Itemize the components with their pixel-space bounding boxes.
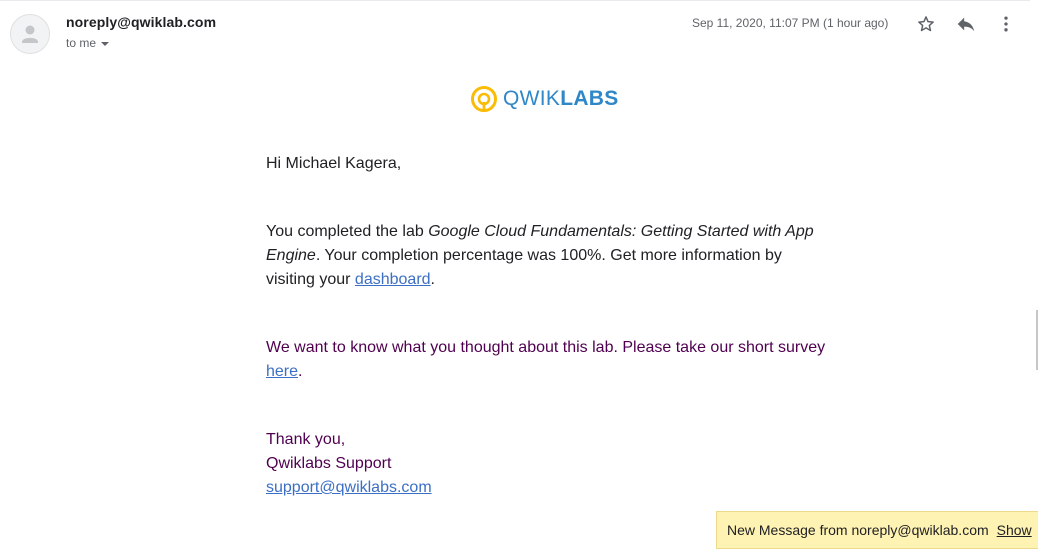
qwiklabs-logo-icon [471,86,497,112]
sender-avatar-icon[interactable] [10,14,50,54]
email-signature: Thank you, Qwiklabs Support support@qwik… [266,428,826,500]
email-greeting: Hi Michael Kagera, [266,155,402,172]
sender-name[interactable]: noreply@qwiklab.com [66,14,216,30]
closing-line: Thank you, [266,431,346,448]
dashboard-link[interactable]: dashboard [355,271,431,288]
survey-link[interactable]: here [266,363,298,380]
qwiklabs-logo: QWIKLABS [470,84,619,114]
message-date: Sep 11, 2020, 11:07 PM (1 hour ago) [692,16,889,30]
support-email-link[interactable]: support@qwiklabs.com [266,479,432,496]
recipient-label: to me [66,36,97,50]
header-divider [0,0,1030,1]
more-vert-icon[interactable] [994,12,1018,36]
recipient-details-toggle[interactable]: to me [66,36,110,50]
survey-paragraph: We want to know what you thought about t… [266,339,826,380]
chevron-down-icon [101,41,110,46]
signature-name: Qwiklabs Support [266,455,392,472]
completion-paragraph: You completed the lab Google Cloud Funda… [266,223,814,288]
star-icon[interactable] [914,12,938,36]
notification-text: New Message from noreply@qwiklab.com [727,522,989,538]
show-button[interactable]: Show [997,522,1032,538]
logo-wordmark: QWIKLABS [503,87,619,110]
reply-icon[interactable] [954,12,978,36]
new-message-notification: New Message from noreply@qwiklab.com Sho… [716,511,1038,549]
